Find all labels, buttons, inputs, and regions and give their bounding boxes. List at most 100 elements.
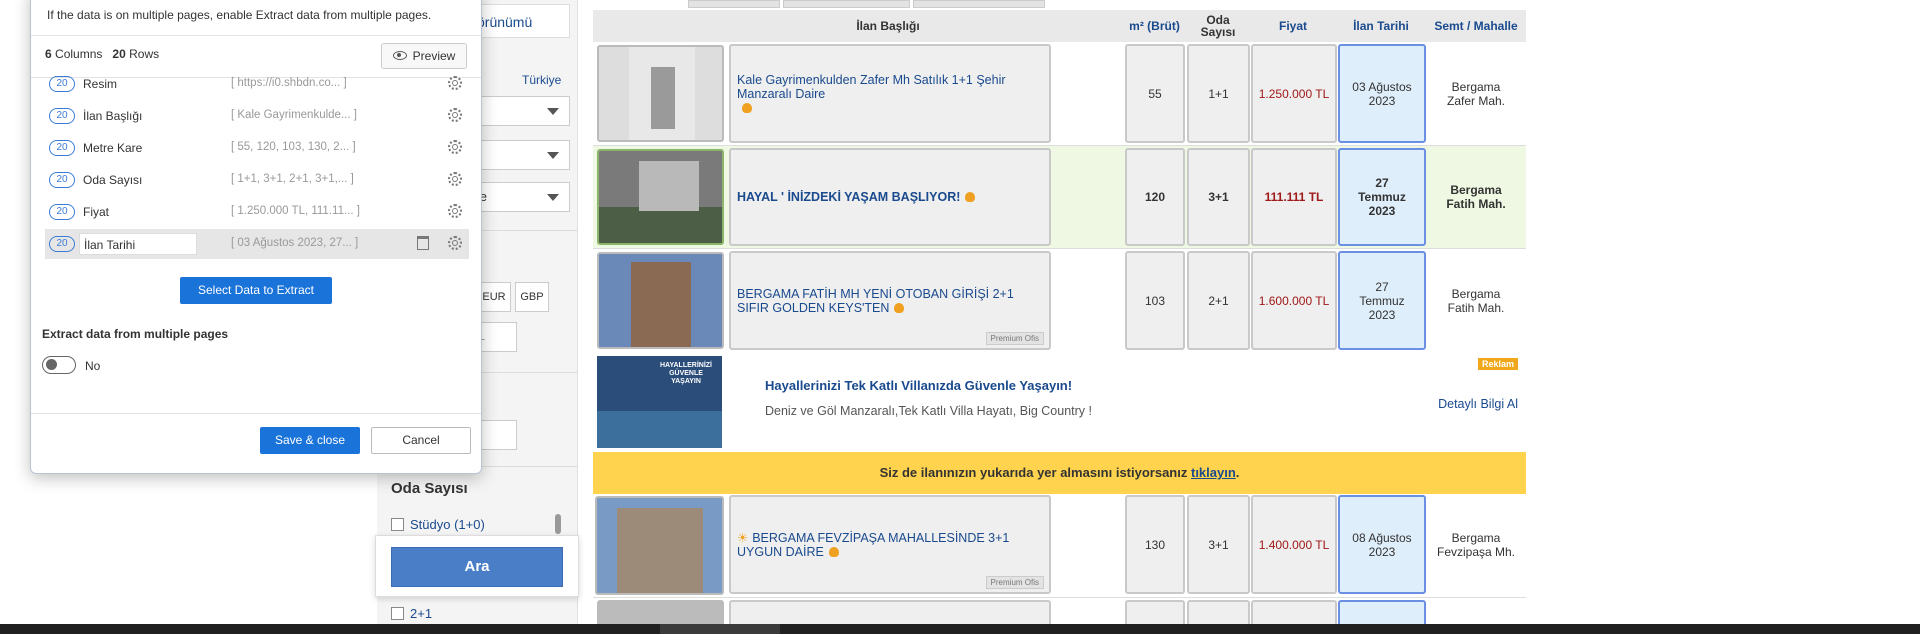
count-badge: 20	[49, 172, 75, 188]
column-sample: [ Kale Gayrimenkulde... ]	[231, 109, 357, 121]
divider	[467, 466, 577, 467]
table-row[interactable]: Kale Gayrimenkulden Zafer Mh Satılık 1+1…	[593, 42, 1526, 146]
location-value: Bergama Zafer Mah.	[1446, 79, 1506, 108]
chevron-down-icon	[547, 152, 559, 159]
column-sample: [ 03 Ağustos 2023, 27... ]	[231, 237, 359, 249]
scrollbar[interactable]	[555, 514, 561, 534]
gear-icon[interactable]	[448, 204, 462, 218]
column-sample: [ 1.250.000 TL, 111.11... ]	[231, 205, 360, 217]
tab[interactable]	[688, 0, 780, 8]
district-select[interactable]	[467, 140, 570, 170]
eye-icon	[392, 51, 407, 60]
ad-image[interactable]: HAYALLERİNİZİ GÜVENLE YAŞAYIN	[597, 356, 722, 448]
count-badge: 20	[49, 140, 75, 156]
table-row[interactable]: ☀ BERGAMA FEVZİPAŞA MAHALLESİNDE 3+1 UYGU…	[593, 494, 1526, 598]
column-row-fiyat[interactable]: 20 Fiyat [ 1.250.000 TL, 111.11... ]	[45, 197, 469, 227]
listing-title[interactable]: Kale Gayrimenkulden Zafer Mh Satılık 1+1…	[729, 44, 1051, 143]
column-row-ilan-basligi[interactable]: 20 İlan Başlığı [ Kale Gayrimenkulde... …	[45, 101, 469, 131]
ad-row[interactable]: HAYALLERİNİZİ GÜVENLE YAŞAYIN	[593, 352, 1526, 452]
column-name: Resim	[83, 77, 118, 91]
date-value: 08 Ağustos 2023	[1338, 495, 1426, 594]
area-value: 120	[1125, 148, 1185, 246]
column-sample: [ 55, 120, 103, 130, 2... ]	[231, 141, 356, 153]
location-value: Bergama Fevzipaşa Mh.	[1436, 530, 1516, 559]
currency-gbp[interactable]: GBP	[515, 282, 549, 312]
listing-image[interactable]	[597, 149, 724, 245]
search-button[interactable]: Ara	[391, 547, 563, 587]
header-m2[interactable]: m² (Brüt)	[1123, 10, 1186, 42]
rooms-value: 2+1	[1187, 251, 1250, 350]
premium-badge: Premium Ofis	[985, 576, 1044, 589]
top-tabs	[593, 0, 1526, 10]
gear-icon[interactable]	[448, 140, 462, 154]
gear-icon[interactable]	[448, 76, 462, 90]
listing-title[interactable]: ☀ BERGAMA FEVZİPAŞA MAHALLESİNDE 3+1 UYGU…	[729, 495, 1051, 594]
listing-image[interactable]	[597, 252, 724, 349]
column-row-metre-kare[interactable]: 20 Metre Kare [ 55, 120, 103, 130, 2... …	[45, 133, 469, 163]
search-box: Ara	[375, 535, 579, 597]
premium-badge: Premium Ofis	[985, 332, 1044, 345]
currency-eur[interactable]: EUR	[477, 282, 511, 312]
listing-title[interactable]: HAYAL ' İNİZDEKİ YAŞAM BAŞLIYOR!	[729, 148, 1051, 246]
room-option-studio[interactable]: Stüdyo (1+0)	[391, 517, 485, 532]
tab[interactable]	[783, 0, 910, 8]
column-sample: [ 1+1, 3+1, 2+1, 3+1,... ]	[231, 173, 354, 185]
rooms-value: 3+1	[1187, 495, 1250, 594]
checkbox[interactable]	[391, 518, 404, 531]
header-location[interactable]: Semt / Mahalle	[1426, 10, 1526, 42]
divider	[467, 230, 577, 231]
header-title[interactable]: İlan Başlığı	[728, 10, 1048, 42]
gear-icon[interactable]	[448, 108, 462, 122]
listing-title[interactable]: BERGAMA FATİH MH YENİ OTOBAN GİRİŞİ 2+1 …	[729, 251, 1051, 350]
city-select[interactable]	[467, 96, 570, 126]
listing-table: İlan Başlığı m² (Brüt) Oda Sayısı Fiyat …	[593, 0, 1526, 634]
multi-page-toggle[interactable]	[42, 356, 76, 374]
checkbox[interactable]	[391, 607, 404, 620]
area-value: 130	[1125, 495, 1185, 594]
ad-details-link[interactable]: Detaylı Bilgi Al	[1438, 397, 1518, 411]
location-value: Bergama Fatih Mah.	[1447, 286, 1505, 315]
column-name: Oda Sayısı	[83, 173, 143, 187]
table-row[interactable]: HAYAL ' İNİZDEKİ YAŞAM BAŞLIYOR! 120 3+1…	[593, 146, 1526, 249]
promo-banner: Siz de ilanınızın yukarıda yer almasını …	[593, 452, 1526, 494]
neighborhood-select[interactable]: lle	[467, 182, 570, 212]
rooms-value: 3+1	[1187, 148, 1250, 246]
preview-button[interactable]: Preview	[381, 43, 467, 69]
promo-link[interactable]: tıklayın	[1191, 465, 1236, 480]
price-value: 1.600.000 TL	[1251, 251, 1337, 350]
tab[interactable]	[913, 0, 1045, 8]
ad-title[interactable]: Hayallerinizi Tek Katlı Villanızda Güven…	[765, 378, 1072, 393]
date-value: 27 Temmuz 2023	[1338, 148, 1426, 246]
country-link[interactable]: Türkiye	[522, 73, 561, 87]
column-row-ilan-tarihi[interactable]: 20 İlan Tarihi [ 03 Ağustos 2023, 27... …	[45, 229, 469, 259]
taskbar-item[interactable]	[660, 624, 780, 634]
header-rooms[interactable]: Oda Sayısı	[1187, 10, 1249, 42]
trash-icon[interactable]	[417, 236, 429, 250]
header-date[interactable]: İlan Tarihi	[1337, 10, 1425, 42]
table-row[interactable]: BERGAMA FATİH MH YENİ OTOBAN GİRİŞİ 2+1 …	[593, 249, 1526, 353]
listing-image[interactable]	[595, 496, 724, 595]
room-option-2-1[interactable]: 2+1	[391, 606, 432, 621]
divider	[467, 372, 577, 373]
header-price[interactable]: Fiyat	[1250, 10, 1336, 42]
save-close-button[interactable]: Save & close	[260, 427, 360, 454]
column-name: Fiyat	[83, 205, 110, 219]
cancel-button[interactable]: Cancel	[371, 427, 471, 454]
price-value: 1.250.000 TL	[1251, 44, 1337, 143]
column-row-oda-sayisi[interactable]: 20 Oda Sayısı [ 1+1, 3+1, 2+1, 3+1,... ]	[45, 165, 469, 195]
area-value: 103	[1125, 251, 1185, 350]
date-value: 27 Temmuz 2023	[1338, 251, 1426, 350]
view-tab[interactable]: örünümü	[470, 4, 570, 38]
column-name-input[interactable]: İlan Tarihi	[79, 233, 197, 255]
listing-image[interactable]	[597, 45, 724, 142]
rooms-value: 1+1	[1187, 44, 1250, 143]
price-value: 1.400.000 TL	[1251, 495, 1337, 594]
gear-icon[interactable]	[448, 236, 462, 250]
price-value: 111.111 TL	[1251, 148, 1337, 246]
count-badge: 20	[49, 204, 75, 220]
column-row-resim[interactable]: 20 Resim [ https://i0.shbdn.co... ]	[45, 69, 469, 99]
count-badge: 20	[49, 76, 75, 92]
column-sample: [ https://i0.shbdn.co... ]	[231, 77, 347, 89]
select-data-button[interactable]: Select Data to Extract	[180, 277, 332, 304]
gear-icon[interactable]	[448, 172, 462, 186]
